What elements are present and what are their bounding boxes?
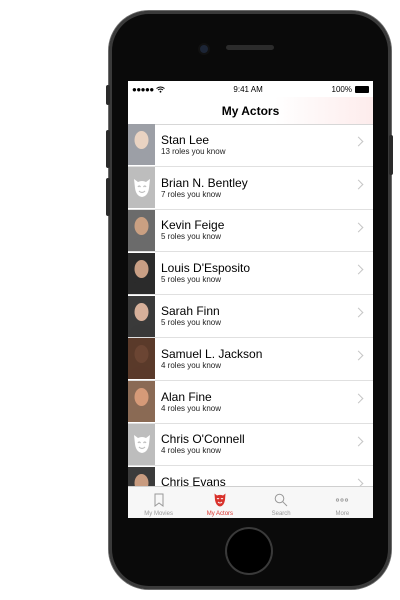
actor-info: Kevin Feige 5 roles you know bbox=[161, 218, 224, 242]
actor-name: Chris Evans bbox=[161, 475, 226, 486]
actor-row[interactable]: Stan Lee 13 roles you know bbox=[128, 124, 373, 167]
chevron-right-icon bbox=[353, 307, 364, 318]
actor-photo bbox=[128, 381, 155, 423]
person-silhouette-icon bbox=[128, 388, 155, 423]
app-screen: ●●●●● 9:41 AM 100% My Actors Stan Lee 13 … bbox=[128, 81, 373, 518]
person-silhouette-icon bbox=[128, 216, 155, 251]
actor-info: Chris Evans4 roles you know bbox=[161, 475, 226, 486]
actor-name: Kevin Feige bbox=[161, 218, 225, 233]
nav-bar: My Actors bbox=[128, 97, 373, 125]
chevron-right-icon bbox=[353, 393, 364, 404]
actor-info: Brian N. Bentley 7 roles you know bbox=[161, 176, 248, 200]
actor-row[interactable]: Louis D'Esposito 5 roles you know bbox=[128, 252, 373, 296]
status-bar: ●●●●● 9:41 AM 100% bbox=[128, 81, 373, 97]
actor-row[interactable]: Alan Fine 4 roles you know bbox=[128, 381, 373, 424]
actor-info: Louis D'Esposito 5 roles you know bbox=[161, 261, 250, 285]
search-icon bbox=[274, 493, 288, 511]
actor-name: Sarah Finn bbox=[161, 304, 220, 319]
actor-name: Stan Lee bbox=[161, 132, 210, 147]
tab-label: Search bbox=[271, 511, 291, 517]
person-silhouette-icon bbox=[128, 131, 155, 166]
more-icon bbox=[335, 493, 349, 511]
actor-photo bbox=[128, 252, 155, 294]
actor-roles-count: 5 roles you know bbox=[161, 318, 222, 328]
tab-my-movies[interactable]: My Movies bbox=[128, 487, 189, 518]
battery-icon bbox=[355, 85, 369, 93]
mask-icon bbox=[133, 178, 150, 197]
earpiece-speaker bbox=[226, 45, 274, 50]
actor-roles-count: 13 roles you know bbox=[161, 146, 226, 156]
actor-photo bbox=[128, 209, 155, 251]
person-silhouette-icon bbox=[128, 302, 155, 337]
volume-up-button bbox=[106, 130, 110, 168]
actor-photo bbox=[128, 466, 155, 486]
person-silhouette-icon bbox=[134, 473, 149, 486]
person-silhouette-icon bbox=[128, 259, 155, 294]
actor-name: Samuel L. Jackson bbox=[161, 346, 263, 361]
person-silhouette-icon bbox=[128, 345, 155, 380]
actor-photo bbox=[128, 124, 155, 166]
actor-info: Sarah Finn 5 roles you know bbox=[161, 304, 221, 328]
actor-name: Chris O'Connell bbox=[161, 432, 245, 447]
tab-more[interactable]: More bbox=[312, 487, 373, 518]
actor-roles-count: 7 roles you know bbox=[161, 189, 222, 199]
tab-label: My Movies bbox=[144, 511, 173, 517]
chevron-right-icon bbox=[353, 136, 364, 147]
actor-roles-count: 4 roles you know bbox=[161, 360, 222, 370]
battery-percentage: 100% bbox=[331, 84, 352, 94]
tab-bar: My Movies My Actors Search More bbox=[128, 486, 373, 518]
actor-row[interactable]: Chris O'Connell 4 roles you know bbox=[128, 423, 373, 467]
wifi-icon bbox=[155, 86, 165, 93]
mask-icon bbox=[133, 435, 150, 454]
actor-roles-count: 5 roles you know bbox=[161, 232, 222, 242]
chevron-right-icon bbox=[353, 222, 364, 233]
actor-info: Samuel L. Jackson 4 roles you know bbox=[161, 347, 262, 371]
tab-my-actors[interactable]: My Actors bbox=[189, 487, 250, 518]
actor-name: Alan Fine bbox=[161, 389, 212, 404]
actor-roles-count: 5 roles you know bbox=[161, 275, 222, 285]
front-camera bbox=[200, 45, 208, 53]
page-title: My Actors bbox=[221, 103, 280, 118]
signal-indicator: ●●●●● bbox=[132, 85, 165, 94]
chevron-right-icon bbox=[353, 350, 364, 361]
actor-row[interactable]: Chris Evans4 roles you know bbox=[128, 466, 373, 486]
chevron-right-icon bbox=[353, 436, 364, 447]
actor-roles-count: 4 roles you know bbox=[161, 403, 222, 413]
actor-row[interactable]: Samuel L. Jackson 4 roles you know bbox=[128, 338, 373, 381]
power-button bbox=[389, 135, 393, 175]
tab-label: My Actors bbox=[206, 511, 234, 517]
status-time: 9:41 AM bbox=[233, 84, 263, 94]
tab-search[interactable]: Search bbox=[251, 487, 312, 518]
chevron-right-icon bbox=[353, 264, 364, 275]
actor-photo bbox=[128, 295, 155, 337]
actor-name: Brian N. Bentley bbox=[161, 175, 248, 190]
bookmark-icon bbox=[153, 493, 165, 511]
actor-row[interactable]: Brian N. Bentley 7 roles you know bbox=[128, 167, 373, 210]
actor-row[interactable]: Kevin Feige 5 roles you know bbox=[128, 209, 373, 253]
chevron-right-icon bbox=[353, 179, 364, 190]
actor-info: Stan Lee 13 roles you know bbox=[161, 133, 225, 157]
actor-info: Chris O'Connell 4 roles you know bbox=[161, 432, 245, 456]
home-button[interactable] bbox=[227, 529, 271, 573]
tab-label: More bbox=[335, 511, 350, 517]
actor-photo bbox=[128, 338, 155, 380]
actor-info: Alan Fine 4 roles you know bbox=[161, 390, 221, 414]
placeholder-mask-avatar bbox=[128, 167, 155, 209]
mask-icon bbox=[214, 493, 226, 511]
actor-row[interactable]: Sarah Finn 5 roles you know bbox=[128, 295, 373, 338]
volume-down-button bbox=[106, 178, 110, 216]
actor-list: Stan Lee 13 roles you know Brian N. Bentle… bbox=[128, 124, 373, 486]
actor-roles-count: 4 roles you know bbox=[161, 446, 222, 456]
signal-dots-icon: ●●●●● bbox=[132, 84, 154, 94]
placeholder-mask-avatar bbox=[128, 423, 155, 465]
chevron-right-icon bbox=[353, 478, 364, 486]
mute-switch bbox=[106, 85, 110, 105]
actor-name: Louis D'Esposito bbox=[161, 261, 251, 276]
